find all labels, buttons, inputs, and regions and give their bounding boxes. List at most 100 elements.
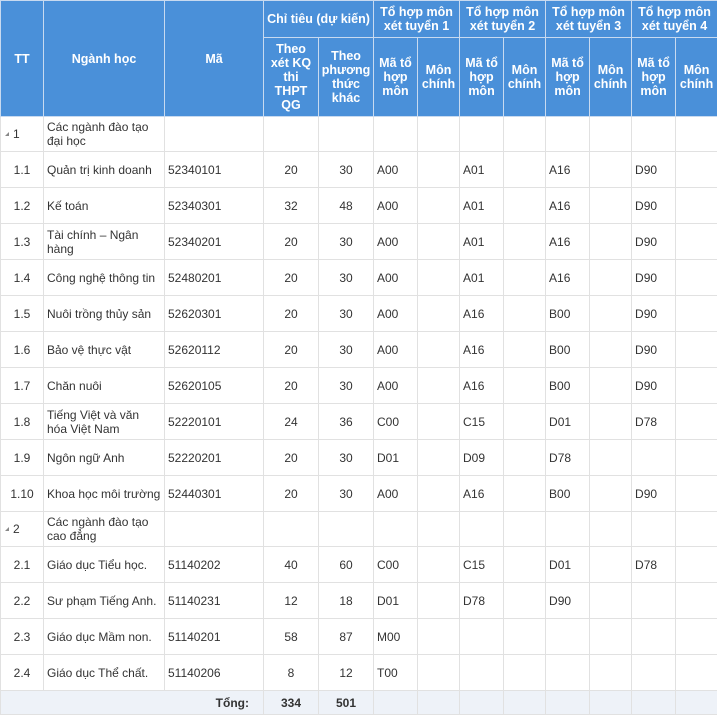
header-ma-to-hop-4[interactable]: Mã tổ hợp môn	[631, 37, 677, 117]
combo-4-code: D78	[631, 546, 677, 583]
section-row[interactable]: 2 Các ngành đào tạo cao đẳng	[0, 511, 717, 547]
quota-thpt: 20	[263, 259, 319, 296]
major-code: 52620112	[164, 331, 264, 368]
combo-1-main-subject	[416, 618, 461, 655]
header-to-hop-2[interactable]: Tổ hợp môn xét tuyển 2	[459, 0, 547, 38]
row-number: 1.8	[0, 403, 44, 440]
quota-thpt: 58	[263, 618, 319, 655]
header-phuong-thuc-khac[interactable]: Theo phương thức khác	[318, 37, 374, 117]
table-row[interactable]: 1.1 Quản trị kinh doanh 52340101 20 30 A00 A01…	[0, 151, 717, 188]
row-number: 1.10	[0, 475, 44, 512]
major-name: Giáo dục Mầm non.	[43, 618, 165, 655]
section-number-label: 1	[13, 127, 20, 141]
combo-2-code: A01	[459, 187, 505, 224]
empty-cell	[373, 116, 418, 152]
quota-other: 30	[318, 439, 374, 476]
combo-1-main-subject	[416, 654, 461, 691]
empty-cell	[164, 511, 264, 547]
quota-thpt: 20	[263, 295, 319, 332]
header-to-hop-1[interactable]: Tổ hợp môn xét tuyển 1	[372, 0, 461, 38]
header-ma-to-hop-2[interactable]: Mã tổ hợp môn	[459, 37, 505, 117]
combo-4-main-subject	[675, 187, 717, 224]
major-code: 52220201	[164, 439, 264, 476]
combo-4-code: D90	[631, 187, 677, 224]
collapse-caret-icon[interactable]	[5, 526, 9, 531]
combo-3-code: A16	[545, 223, 591, 260]
header-thpt[interactable]: Theo xét KQ thi THPT QG	[263, 37, 319, 117]
major-code: 51140202	[164, 546, 264, 583]
total-label: Tổng:	[0, 690, 264, 715]
combo-3-main-subject	[589, 331, 633, 368]
major-code: 51140206	[164, 654, 264, 691]
table-row[interactable]: 1.7 Chăn nuôi 52620105 20 30 A00 A16 B00 D90	[0, 367, 717, 404]
table-row[interactable]: 1.5 Nuôi trồng thủy sản 52620301 20 30 A00 A16…	[0, 295, 717, 332]
table-row[interactable]: 1.4 Công nghệ thông tin 52480201 20 30 A00 A01…	[0, 259, 717, 296]
table-row[interactable]: 1.9 Ngôn ngữ Anh 52220201 20 30 D01 D09 D78	[0, 439, 717, 476]
section-row[interactable]: 1 Các ngành đào tạo đại học	[0, 116, 717, 152]
empty-cell	[631, 116, 677, 152]
row-number: 1.7	[0, 367, 44, 404]
section-number[interactable]: 2	[0, 511, 44, 547]
combo-2-code: A01	[459, 259, 505, 296]
combo-1-code: A00	[373, 259, 418, 296]
header-ma-to-hop-3[interactable]: Mã tổ hợp môn	[545, 37, 591, 117]
major-name: Công nghệ thông tin	[43, 259, 165, 296]
quota-other: 30	[318, 151, 374, 188]
table-row[interactable]: 2.2 Sư phạm Tiếng Anh. 51140231 12 18 D01 D78 D…	[0, 582, 717, 619]
major-name: Chăn nuôi	[43, 367, 165, 404]
total-thpt: 334	[263, 690, 319, 715]
header-ma[interactable]: Mã	[164, 0, 264, 117]
combo-2-main-subject	[503, 367, 547, 404]
table-row[interactable]: 1.2 Kế toán 52340301 32 48 A00 A01 A16 D90	[0, 187, 717, 224]
empty-cell	[263, 511, 319, 547]
table-row[interactable]: 1.6 Bảo vệ thực vật 52620112 20 30 A00 A16 B00 D…	[0, 331, 717, 368]
table-row[interactable]: 1.10 Khoa học môi trường 52440301 20 30 A00 A1…	[0, 475, 717, 512]
empty-cell	[373, 511, 418, 547]
section-number-label: 2	[13, 522, 20, 536]
table-body: 1 Các ngành đào tạo đại học 1.1 Quản trị ki…	[0, 116, 717, 691]
quota-other: 30	[318, 295, 374, 332]
row-number: 1.6	[0, 331, 44, 368]
admission-table: TT Ngành học Mã Chỉ tiêu (dự kiến) Tổ hợ…	[0, 0, 717, 715]
quota-thpt: 40	[263, 546, 319, 583]
header-mon-chinh-1[interactable]: Môn chính	[416, 37, 461, 117]
quota-thpt: 24	[263, 403, 319, 440]
combo-2-main-subject	[503, 151, 547, 188]
header-ma-to-hop-1[interactable]: Mã tổ hợp môn	[373, 37, 418, 117]
combo-1-main-subject	[416, 403, 461, 440]
table-row[interactable]: 2.4 Giáo dục Thể chất. 51140206 8 12 T00	[0, 654, 717, 691]
header-mon-chinh-2[interactable]: Môn chính	[503, 37, 547, 117]
header-to-hop-4[interactable]: Tổ hợp môn xét tuyển 4	[631, 0, 717, 38]
major-code: 52340201	[164, 223, 264, 260]
row-number: 2.3	[0, 618, 44, 655]
collapse-caret-icon[interactable]	[5, 131, 9, 136]
combo-4-code: D90	[631, 331, 677, 368]
table-row[interactable]: 1.8 Tiếng Việt và văn hóa Việt Nam 5222010…	[0, 403, 717, 440]
combo-1-code: M00	[373, 618, 418, 655]
quota-other: 30	[318, 331, 374, 368]
major-name: Ngôn ngữ Anh	[43, 439, 165, 476]
section-number[interactable]: 1	[0, 116, 44, 152]
combo-3-main-subject	[589, 439, 633, 476]
empty-cell	[631, 511, 677, 547]
major-name: Nuôi trồng thủy sản	[43, 295, 165, 332]
combo-2-code: D78	[459, 582, 505, 619]
combo-1-main-subject	[416, 582, 461, 619]
header-to-hop-3[interactable]: Tổ hợp môn xét tuyển 3	[545, 0, 633, 38]
major-name: Bảo vệ thực vật	[43, 331, 165, 368]
combo-4-code	[631, 618, 677, 655]
combo-4-main-subject	[675, 654, 717, 691]
header-chi-tieu[interactable]: Chỉ tiêu (dự kiến)	[263, 0, 374, 38]
header-nganh-hoc[interactable]: Ngành học	[43, 0, 165, 117]
combo-1-main-subject	[416, 295, 461, 332]
table-row[interactable]: 2.3 Giáo dục Mầm non. 51140201 58 87 M00	[0, 618, 717, 655]
combo-3-main-subject	[589, 295, 633, 332]
header-mon-chinh-3[interactable]: Môn chính	[589, 37, 633, 117]
header-tt[interactable]: TT	[0, 0, 44, 117]
table-row[interactable]: 1.3 Tài chính – Ngân hàng 52340201 20 30 A00 A…	[0, 223, 717, 260]
row-number: 1.1	[0, 151, 44, 188]
combo-3-main-subject	[589, 618, 633, 655]
table-row[interactable]: 2.1 Giáo dục Tiểu học. 51140202 40 60 C00 C15 D…	[0, 546, 717, 583]
quota-thpt: 20	[263, 151, 319, 188]
header-mon-chinh-4[interactable]: Môn chính	[675, 37, 717, 117]
